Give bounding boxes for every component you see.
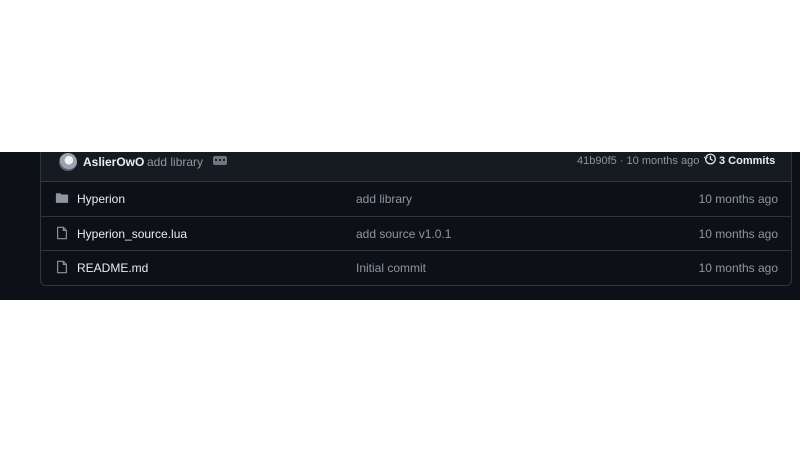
commit-message[interactable]: add library: [147, 155, 203, 169]
file-date: 10 months ago: [698, 227, 778, 241]
latest-commit-bar: AslierOwO add library 41b90f5 · 10 month…: [41, 152, 791, 182]
avatar[interactable]: [59, 153, 77, 171]
file-commit-message[interactable]: add source v1.0.1: [356, 227, 451, 241]
file-commit-message[interactable]: Initial commit: [356, 261, 426, 275]
commits-link[interactable]: 3 Commits: [719, 155, 775, 167]
repo-file-browser: AslierOwO add library 41b90f5 · 10 month…: [0, 152, 800, 300]
table-row[interactable]: README.md Initial commit 10 months ago: [41, 250, 791, 284]
table-row[interactable]: Hyperion add library 10 months ago: [41, 182, 791, 216]
file-date: 10 months ago: [698, 261, 778, 275]
file-name[interactable]: Hyperion_source.lua: [77, 227, 187, 241]
file-name[interactable]: README.md: [77, 261, 148, 275]
file-name[interactable]: Hyperion: [77, 192, 125, 206]
ellipsis-icon[interactable]: [213, 156, 227, 165]
history-icon: [703, 153, 716, 165]
folder-icon: [55, 193, 69, 203]
file-icon: [57, 226, 67, 240]
file-commit-message[interactable]: add library: [356, 192, 412, 206]
commit-hash-time[interactable]: 41b90f5 · 10 months ago: [577, 155, 699, 167]
file-icon: [57, 260, 67, 274]
file-table: AslierOwO add library 41b90f5 · 10 month…: [40, 152, 792, 286]
table-row[interactable]: Hyperion_source.lua add source v1.0.1 10…: [41, 216, 791, 250]
commit-author[interactable]: AslierOwO: [83, 155, 144, 169]
file-date: 10 months ago: [698, 192, 778, 206]
